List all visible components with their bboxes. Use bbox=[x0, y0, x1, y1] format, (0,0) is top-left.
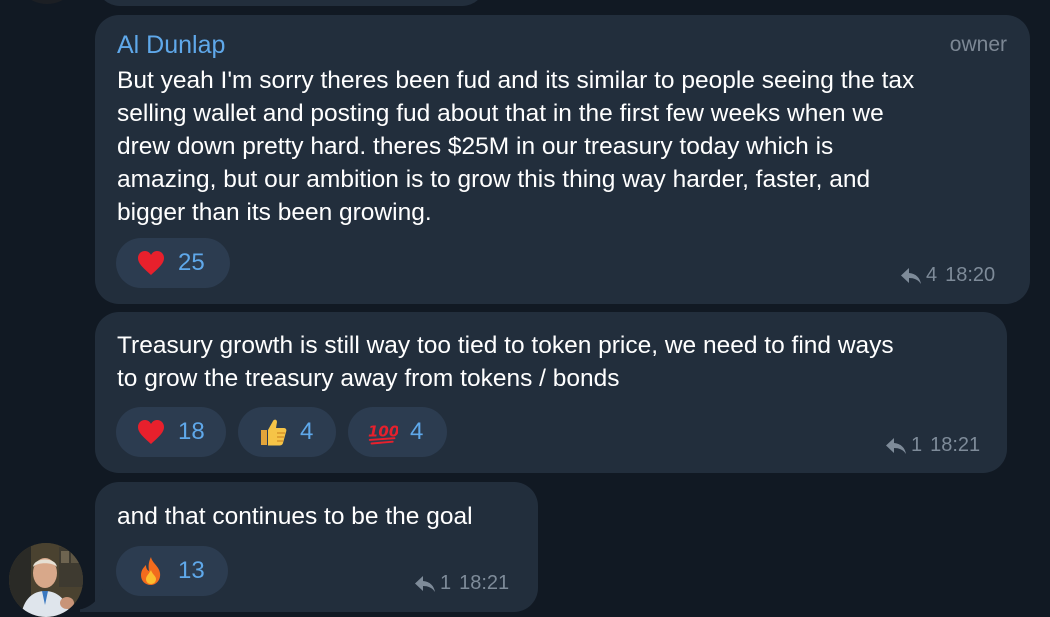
reply-count: 4 bbox=[926, 264, 938, 286]
reply-arrow-icon bbox=[886, 437, 906, 454]
bubble-tail bbox=[80, 588, 104, 612]
message-time: 18:21 bbox=[930, 434, 981, 456]
thumbs-up-icon bbox=[258, 417, 288, 447]
previous-avatar[interactable] bbox=[14, 0, 80, 4]
message-text: and that continues to be the goal bbox=[117, 503, 473, 530]
reaction-thumbs-up[interactable]: 4 bbox=[238, 407, 336, 457]
user-avatar[interactable] bbox=[9, 543, 83, 617]
message-meta: 1 18:21 bbox=[414, 572, 509, 595]
message-time: 18:21 bbox=[459, 572, 510, 594]
heart-icon bbox=[136, 417, 166, 447]
reaction-heart[interactable]: 18 bbox=[116, 407, 226, 457]
reply-count: 1 bbox=[911, 434, 923, 456]
reply-arrow-icon bbox=[415, 575, 435, 592]
reply-count: 1 bbox=[440, 572, 452, 594]
reply-arrow-icon bbox=[901, 267, 921, 284]
hundred-points-icon: 100 bbox=[368, 417, 398, 447]
sender-role-badge: owner bbox=[949, 33, 1007, 56]
reaction-hundred[interactable]: 100 4 bbox=[348, 407, 447, 457]
previous-message-bubble[interactable] bbox=[96, 0, 486, 6]
reaction-fire[interactable]: 13 bbox=[116, 546, 228, 596]
reaction-count: 18 bbox=[178, 418, 205, 445]
message-meta: 4 18:20 bbox=[900, 264, 995, 287]
message-text: But yeah I'm sorry theres been fud and i… bbox=[117, 67, 915, 226]
message-time: 18:20 bbox=[945, 264, 996, 286]
fire-icon bbox=[136, 556, 166, 586]
reaction-count: 4 bbox=[410, 418, 424, 445]
message-text: Treasury growth is still way too tied to… bbox=[117, 332, 894, 392]
avatar-photo bbox=[9, 543, 83, 617]
heart-icon bbox=[136, 248, 166, 278]
reaction-count: 13 bbox=[178, 557, 205, 584]
message-meta: 1 18:21 bbox=[885, 434, 980, 457]
reaction-heart[interactable]: 25 bbox=[116, 238, 230, 288]
sender-name[interactable]: Al Dunlap bbox=[117, 31, 225, 60]
reaction-count: 25 bbox=[178, 249, 205, 276]
reaction-count: 4 bbox=[300, 418, 314, 445]
